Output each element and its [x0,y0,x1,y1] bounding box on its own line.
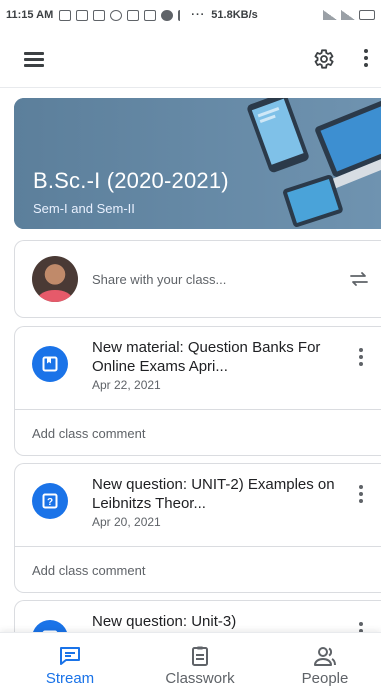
message-icon [76,9,89,21]
add-class-comment[interactable]: Add class comment [15,410,381,457]
status-time: 11:15 AM [6,9,54,21]
post-header[interactable]: New material: Question Banks For Online … [15,327,381,410]
image-icon [93,9,106,21]
class-title: B.Sc.-I (2020-2021) [33,168,229,193]
app-bar [0,30,381,88]
calendar-icon [127,9,140,21]
post-title: New question: Unit-3) [92,613,237,630]
avatar [32,256,78,302]
settings-icon[interactable] [311,47,335,71]
class-section: Sem-I and Sem-II [33,201,135,216]
post-title: New question: UNIT-2) Examples on Leibni… [92,476,335,512]
status-bar: 11:15 AM ··· 51.8KB/s [0,0,381,30]
stream-icon [60,647,80,665]
more-vertical-icon[interactable] [357,348,365,372]
menu-icon[interactable] [24,52,44,67]
signal-icon [323,10,337,20]
system-icons [323,10,375,20]
people-icon [314,647,336,666]
classwork-icon [192,646,208,666]
battery-icon [359,10,375,20]
nav-classwork-label: Classwork [165,670,235,687]
post-date: Apr 22, 2021 [92,378,161,392]
post-title: New material: Question Banks For Online … [92,339,321,375]
repost-icon[interactable] [347,267,371,291]
material-icon [32,346,68,382]
person-icon [178,9,186,21]
share-with-class-card[interactable]: Share with your class... [14,240,381,318]
more-vertical-icon[interactable] [357,485,365,509]
record-icon [161,9,174,21]
share-input-placeholder[interactable]: Share with your class... [92,272,226,287]
svg-text:?: ? [47,497,53,508]
post-date: Apr 20, 2021 [92,515,161,529]
bottom-navigation: Stream Classwork People [0,632,381,687]
stream-post: New material: Question Banks For Online … [14,326,381,456]
nav-people-label: People [301,670,349,687]
signal-icon [341,10,355,20]
message-icon [59,9,72,21]
stream-post: ? New question: UNIT-2) Examples on Leib… [14,463,381,593]
nav-stream-label: Stream [45,670,95,687]
gmail-icon [144,9,157,21]
whatsapp-icon [110,9,123,21]
question-icon: ? [32,483,68,519]
more-notifications-icon: ··· [191,9,206,21]
post-header[interactable]: ? New question: UNIT-2) Examples on Leib… [15,464,381,547]
more-vertical-icon[interactable] [362,49,370,71]
nav-stream[interactable]: Stream [10,633,130,687]
network-speed: 51.8KB/s [211,9,258,21]
notification-icons: ··· [59,9,205,21]
add-class-comment[interactable]: Add class comment [15,547,381,594]
class-banner[interactable]: B.Sc.-I (2020-2021) Sem-I and Sem-II [14,98,381,229]
nav-classwork[interactable]: Classwork [140,633,260,687]
nav-people[interactable]: People [265,633,381,687]
